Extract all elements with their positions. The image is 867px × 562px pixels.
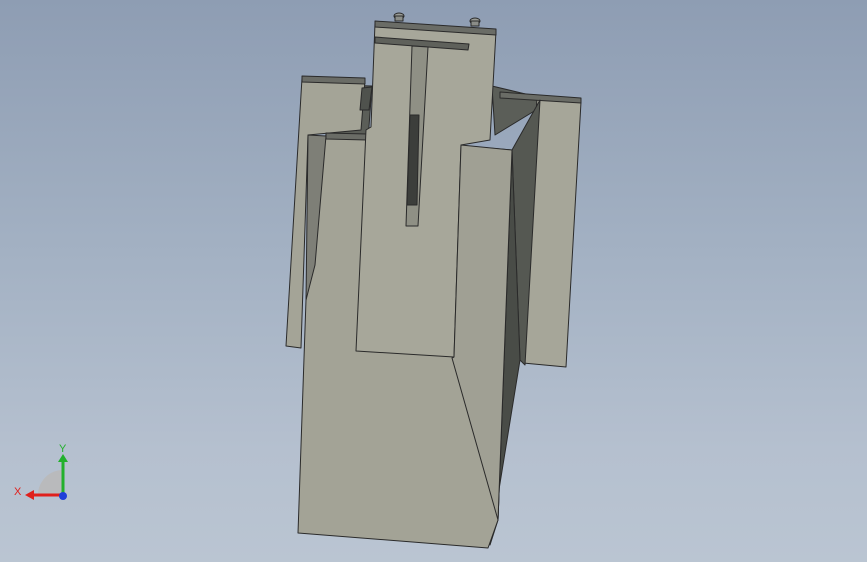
graphics-viewport[interactable]: Y X [0, 0, 867, 562]
model-left-side-plate-top [301, 75, 366, 85]
triad-y-arrow-icon [58, 454, 68, 462]
triad-plane-icon [38, 470, 63, 495]
model-screw-right-shank [470, 20, 480, 27]
triad-z-axis-icon [59, 492, 67, 500]
view-orientation-triad: Y X [14, 443, 68, 500]
triad-x-arrow-icon [25, 490, 34, 500]
3d-model-view[interactable] [0, 0, 867, 562]
model-main-body-top [325, 132, 368, 141]
triad-y-label: Y [59, 443, 67, 455]
model-screw-left-shank [394, 15, 404, 22]
triad-x-label: X [14, 486, 22, 498]
